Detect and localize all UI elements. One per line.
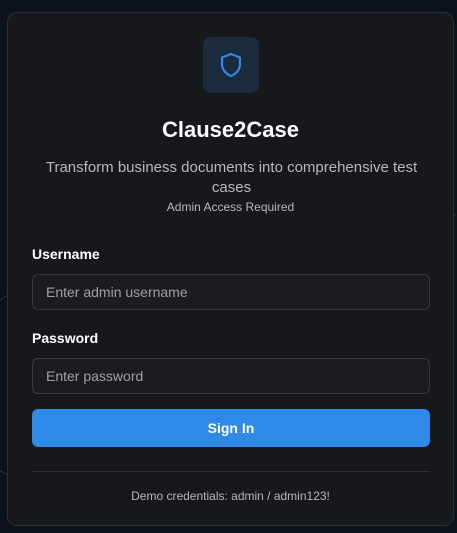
shield-icon <box>220 52 242 78</box>
username-input[interactable] <box>32 274 430 310</box>
app-title: Clause2Case <box>162 117 299 142</box>
access-note: Admin Access Required <box>166 200 295 214</box>
password-input[interactable] <box>32 358 430 394</box>
logo-container <box>203 37 259 93</box>
username-label: Username <box>32 246 100 262</box>
app-subtitle: Transform business documents into compre… <box>45 159 418 196</box>
sign-in-button[interactable]: Sign In <box>32 409 430 447</box>
demo-credentials: Demo credentials: admin / admin123! <box>131 489 330 503</box>
login-card: Clause2Case Transform business documents… <box>7 12 454 526</box>
password-label: Password <box>32 330 99 346</box>
divider <box>32 471 430 472</box>
